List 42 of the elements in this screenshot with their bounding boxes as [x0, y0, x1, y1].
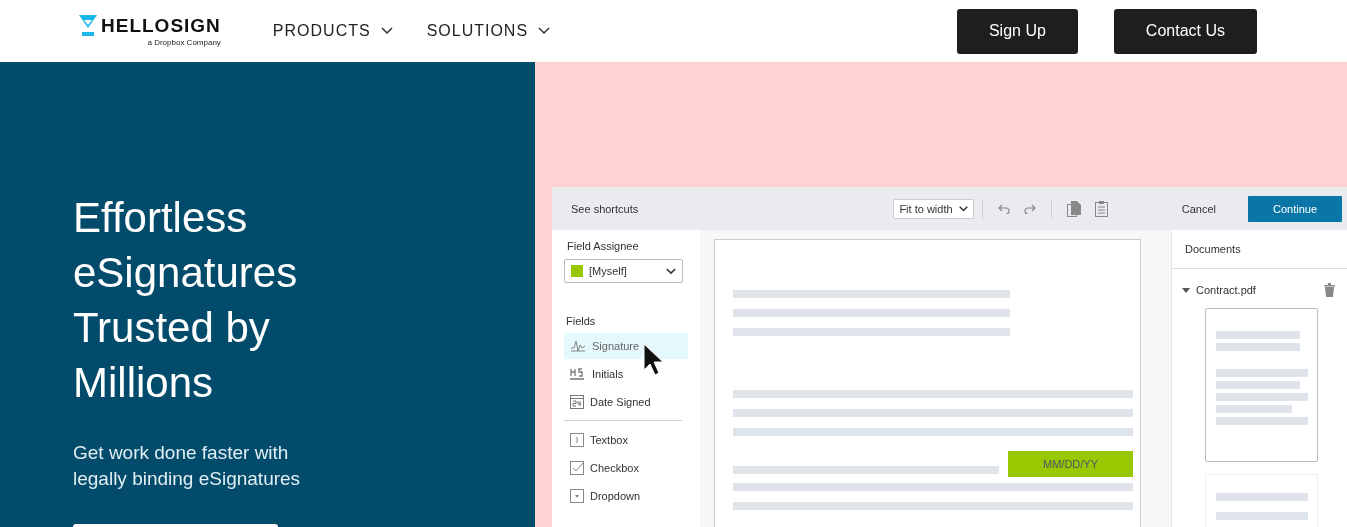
signature-icon — [570, 339, 586, 353]
textbox-icon — [570, 433, 584, 447]
field-item[interactable]: Date Signed — [564, 389, 688, 415]
file-item[interactable]: Contract.pdf — [1172, 269, 1347, 297]
field-label: Field Assignee — [567, 240, 640, 252]
sign-up-button[interactable]: Sign Up — [956, 8, 1078, 54]
mouse-cursor-icon — [643, 343, 665, 377]
copy-icon[interactable] — [1066, 200, 1081, 217]
field-item[interactable]: Textbox — [564, 427, 688, 453]
section-label: Fields — [566, 315, 597, 327]
hero-subtitle: Get work done faster with legally binding eSignatures — [73, 441, 302, 491]
chevron-down-icon — [538, 27, 551, 35]
nav-menu[interactable]: PRODUCTS — [272, 22, 393, 40]
initials-icon — [570, 367, 586, 381]
dropdown-icon — [570, 489, 584, 503]
assignee-select[interactable]: [Myself] — [564, 259, 683, 283]
shortcuts-link[interactable]: See shortcuts — [571, 202, 854, 215]
contact-button[interactable]: Contact Us — [1113, 8, 1257, 54]
nav-menu[interactable]: SOLUTIONS — [426, 22, 551, 40]
chevron-down-icon — [958, 205, 968, 212]
cancel-button[interactable]: Cancel — [1175, 201, 1222, 216]
checkbox-icon — [570, 461, 584, 475]
field-item[interactable]: Signature — [564, 333, 688, 359]
logo-wordmark[interactable]: HELLOSIGN — [101, 15, 221, 37]
panel-title: Documents — [1185, 243, 1241, 255]
calendar-icon — [570, 395, 584, 409]
field-item[interactable]: Initials — [564, 361, 688, 387]
logo-icon — [79, 15, 97, 37]
chevron-down-icon — [380, 27, 393, 35]
undo-icon[interactable] — [997, 203, 1010, 214]
redo-icon[interactable] — [1023, 203, 1036, 214]
date-field[interactable]: MM/DD/YY — [1008, 451, 1133, 477]
hero-title: Effortless eSignatures Trusted by Millions — [73, 193, 299, 408]
chevron-down-icon — [666, 267, 676, 275]
continue-button[interactable]: Continue — [1248, 195, 1342, 222]
field-item[interactable]: Checkbox — [564, 455, 688, 481]
clipboard-icon[interactable] — [1094, 200, 1108, 217]
field-item[interactable]: Dropdown — [564, 483, 688, 509]
page-thumbnail[interactable] — [1205, 308, 1318, 462]
zoom-select[interactable]: Fit to width — [893, 198, 974, 219]
logo-tagline: a Dropbox Company — [147, 38, 221, 47]
trash-icon[interactable] — [1324, 283, 1335, 297]
